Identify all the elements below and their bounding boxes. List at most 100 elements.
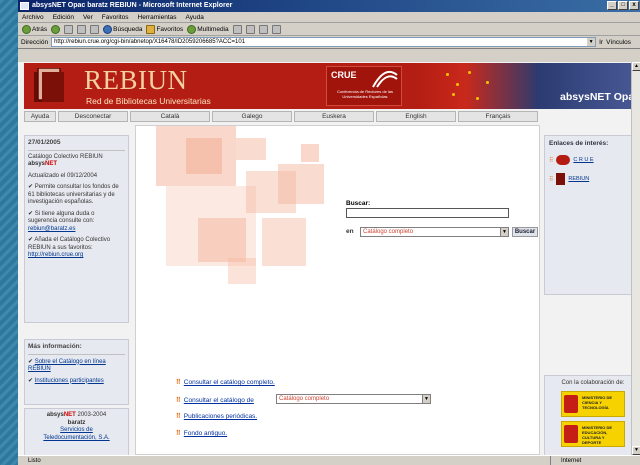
crue-link[interactable]: C R U E — [573, 157, 593, 163]
menu-ayuda[interactable]: Ayuda — [186, 12, 204, 22]
back-button[interactable]: Atrás — [22, 24, 47, 34]
chevron-down-icon: ▼ — [422, 395, 430, 403]
star-icon — [146, 24, 156, 34]
catalogo-de-link[interactable]: Consultar el catálogo de — [184, 397, 254, 404]
close-button[interactable]: x — [629, 1, 639, 10]
ie-icon — [20, 2, 29, 10]
nav-desconectar[interactable]: Desconectar — [58, 111, 128, 122]
decor-square — [301, 144, 319, 162]
bullet-duda: ✔ Si tiene alguna duda o sugerencia cons… — [28, 211, 125, 234]
nav-galego[interactable]: Galego — [212, 111, 292, 122]
absys-text: absys — [28, 161, 46, 167]
rebiun-small-logo-icon — [556, 173, 566, 185]
scroll-down-icon[interactable]: ▼ — [632, 446, 640, 455]
search-button[interactable]: Buscar — [512, 227, 538, 237]
favorites-button[interactable]: Favoritos — [146, 24, 183, 34]
coat-of-arms-icon — [564, 395, 578, 413]
catalogo-completo-link[interactable]: Consultar el catálogo completo. — [184, 379, 275, 386]
toolbar: Atrás Búsqueda Favoritos Multimedia — [18, 23, 640, 36]
rebiun-logo-icon — [34, 68, 64, 102]
menu-edicion[interactable]: Edición — [53, 12, 74, 22]
nav-francais[interactable]: Français — [458, 111, 538, 122]
search-button[interactable]: Búsqueda — [103, 24, 142, 34]
stop-icon[interactable] — [64, 24, 74, 34]
favoritos-text: ✔ Añada el Catálogo Colectivo REBIUN a s… — [28, 237, 111, 251]
fondo-antiguo-link[interactable]: Fondo antiguo. — [184, 430, 227, 437]
scroll-up-icon[interactable]: ▲ — [632, 62, 640, 71]
address-input[interactable]: http://rebiun.crue.org/cgi-bin/abnetop/X… — [51, 37, 597, 47]
bullet-favoritos: ✔ Añada el Catálogo Colectivo REBIUN a s… — [28, 237, 125, 260]
rebiun-url-link[interactable]: http://rebiun.crue.org — [28, 252, 83, 258]
ministerio-educacion-logo[interactable]: MINISTERIO DE EDUCACIÓN, CULTURA Y DEPOR… — [561, 421, 625, 447]
window-controls: _ □ x — [607, 1, 639, 10]
instituciones-link[interactable]: Instituciones participantes — [35, 378, 104, 384]
chevron-down-icon[interactable]: ▼ — [587, 38, 596, 46]
edit-icon[interactable] — [271, 24, 281, 34]
rebiun-link-item: ⠿ REBIUN — [549, 173, 637, 185]
ministerio-ciencia-logo[interactable]: MINISTERIO DE CIENCIA Y TECNOLOGÍA — [561, 391, 625, 417]
go-button[interactable]: Ir — [599, 39, 603, 46]
catalog-select-value: Catálogo completo — [363, 229, 414, 235]
bullet-icon: ⠿ — [176, 397, 181, 404]
links-button[interactable]: Vínculos — [606, 39, 631, 46]
library-select[interactable]: Catálogo completo ▼ — [276, 394, 431, 404]
catalog-select[interactable]: Catálogo completo ▼ — [360, 227, 509, 237]
browser-window: absysNET Opac baratz REBIUN - Microsoft … — [18, 0, 640, 465]
nav-catala[interactable]: Català — [130, 111, 210, 122]
more-info-panel: Más información: ✔ Sobre el Catálogo en … — [24, 339, 129, 405]
crue-title: CRUE — [331, 70, 357, 80]
decor-square — [236, 138, 266, 160]
address-label: Dirección — [21, 38, 49, 46]
vertical-scrollbar[interactable]: ▲ ▼ — [631, 62, 640, 455]
banner-subtitle: Red de Bibliotecas Universitarias — [86, 96, 211, 106]
credits-absys: absys — [46, 412, 64, 418]
updated-text: Actualizado el 09/12/2004 — [28, 172, 98, 179]
credits-baratz: baratz — [67, 419, 86, 426]
nav-euskera[interactable]: Euskera — [294, 111, 374, 122]
right-sidebar: Enlaces de interés: ⠿ C R U E ⠿ REBIUN C… — [544, 125, 640, 455]
print-icon[interactable] — [258, 24, 268, 34]
decor-square — [278, 164, 324, 204]
crue-logo[interactable]: CRUE Conferencia de Rectores de las Univ… — [326, 66, 402, 106]
decor-square — [262, 218, 306, 266]
main-content: Buscar: en Catálogo completo ▼ Buscar ⠿ C… — [135, 125, 540, 455]
info-item-1: ✔ Sobre el Catálogo en línea REBIUN — [28, 358, 106, 373]
nav-english[interactable]: English — [376, 111, 456, 122]
sobre-catalogo-link[interactable]: Sobre el Catálogo en línea REBIUN — [28, 359, 106, 373]
en-label: en — [346, 228, 354, 235]
menu-herramientas[interactable]: Herramientas — [138, 12, 177, 22]
nav-bar: Ayuda Desconectar Català Galego Euskera … — [24, 111, 640, 122]
maximize-button[interactable]: □ — [618, 1, 628, 10]
library-select-value: Catálogo completo — [279, 396, 330, 402]
email-link[interactable]: rebiun@baratz.es — [28, 226, 75, 232]
publicaciones-link[interactable]: Publicaciones periódicas. — [184, 413, 257, 420]
eu-stars-graphic — [416, 63, 540, 109]
decor-square — [228, 258, 256, 284]
menu-ver[interactable]: Ver — [83, 12, 93, 22]
nav-ayuda[interactable]: Ayuda — [24, 111, 56, 122]
bullet-icon: ⠿ — [176, 430, 181, 437]
home-icon[interactable] — [90, 24, 100, 34]
address-url: http://rebiun.crue.org/cgi-bin/abnetop/X… — [54, 39, 246, 45]
chevron-down-icon: ▼ — [500, 228, 508, 236]
mail-icon[interactable] — [245, 24, 255, 34]
info-item-2: ✔ Instituciones participantes — [28, 377, 104, 384]
refresh-icon[interactable] — [77, 24, 87, 34]
ministerio-ciencia-text: MINISTERIO DE CIENCIA Y TECNOLOGÍA — [582, 395, 613, 410]
catalog-description: Catálogo Colectivo REBIUN absysNET — [28, 154, 125, 169]
search-input[interactable] — [346, 208, 509, 218]
credits-company-link-1[interactable]: Servicios de — [60, 427, 93, 433]
credits-net: NET — [63, 412, 76, 418]
multimedia-label: Multimedia — [197, 25, 229, 33]
menu-favoritos[interactable]: Favoritos — [102, 12, 129, 22]
minimize-button[interactable]: _ — [607, 1, 617, 10]
credits-line: absysNET 2003-2004 — [28, 412, 125, 420]
bullet-icon: ⠿ — [176, 379, 181, 386]
menu-archivo[interactable]: Archivo — [22, 12, 44, 22]
multimedia-button[interactable]: Multimedia — [187, 24, 229, 34]
history-icon[interactable] — [232, 24, 242, 34]
banner-title: REBIUN — [84, 65, 188, 95]
credits-company-link-2[interactable]: Teledocumentación, S.A. — [43, 435, 109, 441]
forward-arrow-icon[interactable] — [51, 24, 61, 34]
rebiun-link[interactable]: REBIUN — [568, 176, 589, 182]
